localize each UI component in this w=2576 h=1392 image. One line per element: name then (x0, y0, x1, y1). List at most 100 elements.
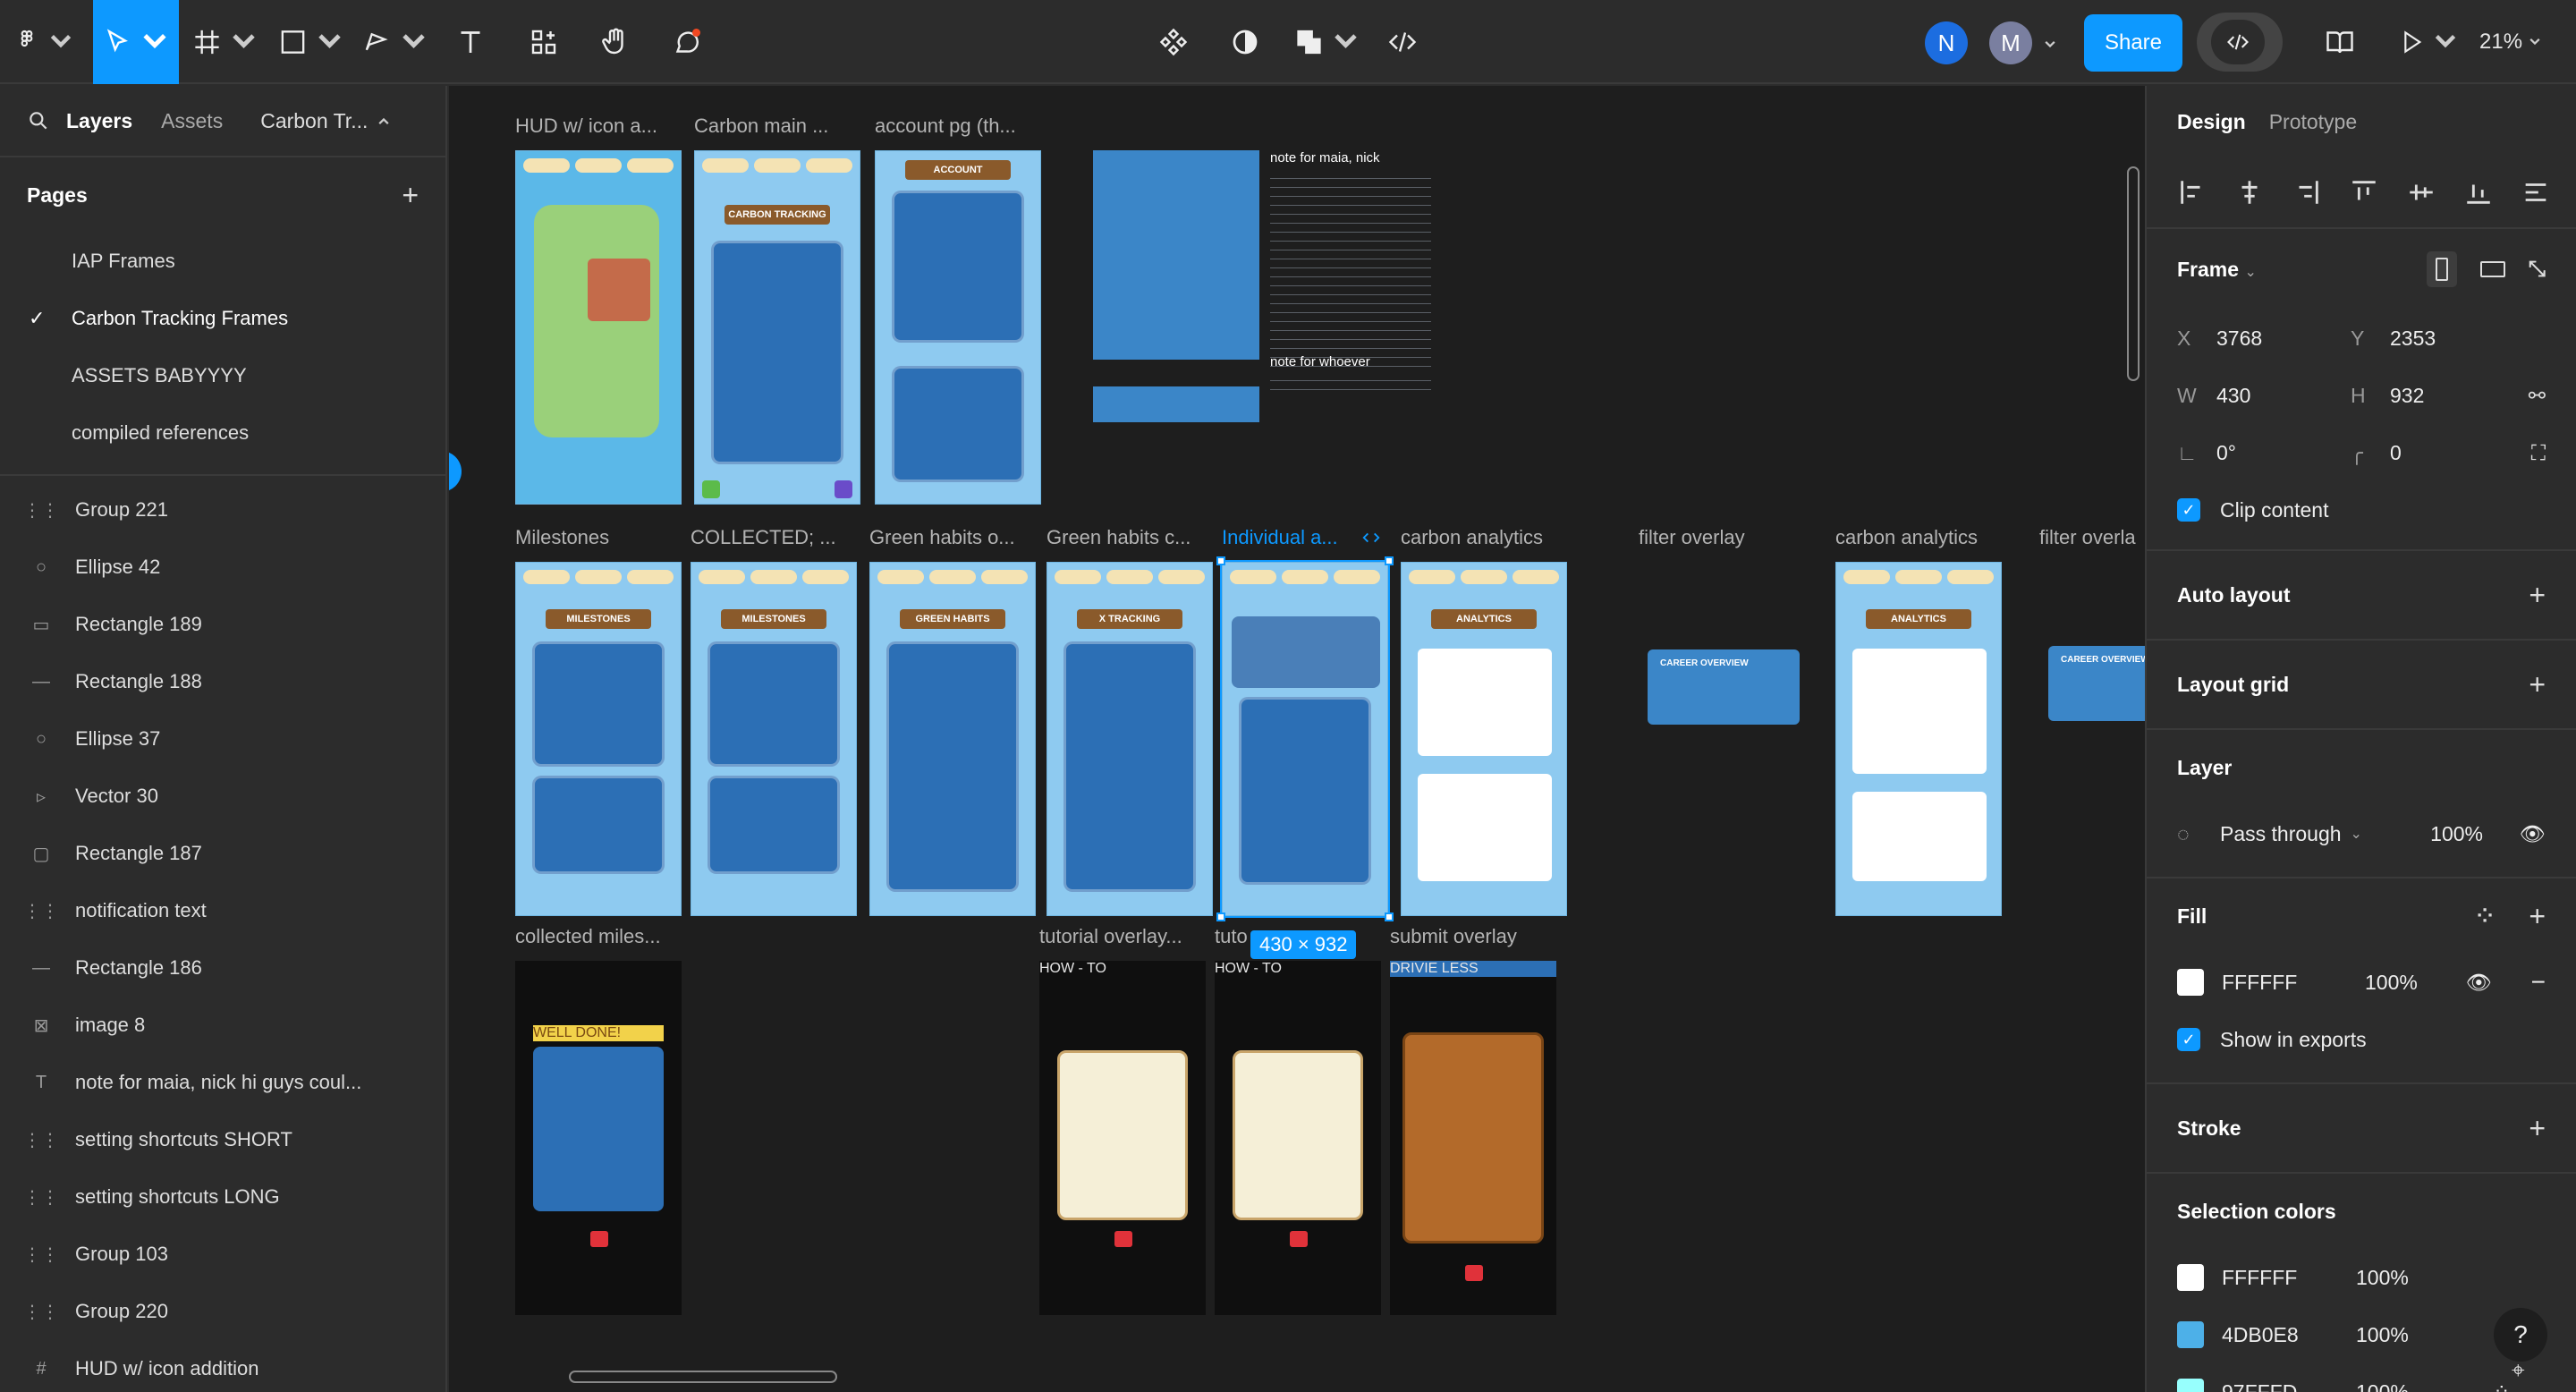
frame-label[interactable]: HUD w/ icon a... (515, 115, 657, 138)
help-button[interactable]: ? (2494, 1308, 2547, 1362)
canvas[interactable]: HUD w/ icon a... Carbon main ... account… (449, 86, 2145, 1392)
frame-label[interactable]: tuto (1215, 925, 1248, 948)
layer-row[interactable]: ▹ Vector 30 (0, 768, 445, 825)
frame-label[interactable]: account pg (th... (875, 115, 1016, 138)
filter-overlay-card[interactable]: CAREER OVERVIEW (2048, 646, 2145, 721)
hand-tool-icon[interactable] (592, 0, 639, 84)
figma-menu-icon[interactable] (13, 0, 75, 84)
frame-label[interactable]: Green habits c... (1046, 526, 1191, 549)
avatar[interactable]: M (1989, 21, 2032, 64)
layer-row[interactable]: ⋮⋮ Group 103 (0, 1226, 445, 1283)
layer-row[interactable]: ○ Ellipse 37 (0, 710, 445, 768)
frame-label[interactable]: submit overlay (1390, 925, 1517, 948)
y-field[interactable]: 2353 (2390, 327, 2436, 351)
mask-icon[interactable] (1222, 0, 1268, 84)
frame-label-selected[interactable]: Individual a... (1222, 526, 1338, 549)
page-item-current[interactable]: ✓ Carbon Tracking Frames (0, 290, 445, 347)
styles-icon[interactable]: ⁘ (2494, 1380, 2510, 1392)
share-button[interactable]: Share (2084, 14, 2182, 72)
constrain-proportions-icon[interactable]: ⚯ (2529, 384, 2546, 408)
layer-opacity-field[interactable]: 100% (2430, 822, 2483, 846)
note-title[interactable]: note for whoever (1270, 354, 1370, 369)
frame-label[interactable]: Carbon main ... (694, 115, 828, 138)
frame-label[interactable]: filter overlay (1639, 526, 1745, 549)
frame-label[interactable]: carbon analytics (1401, 526, 1543, 549)
layer-row[interactable]: # HUD w/ icon addition (0, 1340, 445, 1392)
frame-label[interactable]: carbon analytics (1835, 526, 1978, 549)
resize-handle[interactable] (1216, 556, 1225, 565)
move-tool-icon[interactable] (93, 0, 179, 84)
eye-icon[interactable]: 👁 (2466, 971, 2492, 995)
shape-tool-icon[interactable] (277, 0, 345, 84)
fill-hex-field[interactable]: FFFFFF (2222, 971, 2365, 995)
frame-green-habits[interactable]: GREEN HABITS (869, 562, 1036, 916)
filter-overlay-card[interactable]: CAREER OVERVIEW (1648, 649, 1800, 725)
frame-label[interactable]: filter overla (2039, 526, 2136, 549)
color-hex[interactable]: 4DB0E8 (2222, 1323, 2356, 1347)
frame-tutorial-overlay[interactable]: HOW - TO (1039, 961, 1206, 1315)
radius-field[interactable]: 0 (2390, 441, 2402, 465)
tab-layers[interactable]: Layers (66, 109, 132, 133)
frame-label[interactable]: COLLECTED; ... (691, 526, 836, 549)
frame-hud[interactable] (515, 150, 682, 505)
layer-row[interactable]: ⋮⋮ setting shortcuts SHORT (0, 1111, 445, 1168)
add-page-icon[interactable]: + (402, 179, 419, 212)
resize-handle[interactable] (1385, 912, 1394, 921)
fill-opacity-field[interactable]: 100% (2365, 971, 2418, 995)
tab-assets[interactable]: Assets (161, 109, 223, 133)
x-field[interactable]: 3768 (2216, 327, 2351, 351)
layer-row[interactable]: — Rectangle 188 (0, 653, 445, 710)
file-name[interactable]: Carbon Tr... (260, 109, 368, 133)
page-item[interactable]: IAP Frames (0, 233, 445, 290)
frame-collected-overlay[interactable]: WELL DONE! (515, 961, 682, 1315)
landscape-icon[interactable] (2479, 261, 2505, 277)
layer-row[interactable]: ○ Ellipse 42 (0, 539, 445, 596)
frame-collected[interactable]: MILESTONES (691, 562, 857, 916)
tab-prototype[interactable]: Prototype (2269, 110, 2357, 134)
frame-tutorial-overlay-2[interactable]: HOW - TO (1215, 961, 1381, 1315)
frame-label[interactable]: tutorial overlay... (1039, 925, 1182, 948)
layer-row[interactable]: ⋮⋮ Group 221 (0, 481, 445, 539)
present-icon[interactable] (2397, 0, 2460, 84)
remove-fill-icon[interactable]: − (2531, 968, 2546, 997)
add-auto-layout-icon[interactable]: + (2529, 579, 2546, 612)
width-field[interactable]: 430 (2216, 384, 2351, 408)
show-in-exports-checkbox[interactable]: ✓ (2177, 1028, 2200, 1051)
add-stroke-icon[interactable]: + (2529, 1112, 2546, 1145)
portrait-icon[interactable] (2426, 251, 2457, 287)
note-title[interactable]: note for maia, nick (1270, 150, 1380, 166)
color-swatch[interactable] (2177, 1264, 2204, 1291)
align-center-h-icon[interactable] (2234, 177, 2265, 208)
frame-submit-overlay[interactable]: DRIVIE LESS (1390, 961, 1556, 1315)
text-tool-icon[interactable] (447, 0, 494, 84)
library-icon[interactable] (2317, 0, 2363, 84)
align-right-icon[interactable] (2292, 177, 2322, 208)
eye-icon[interactable]: 👁 (2520, 822, 2546, 846)
zoom-dropdown[interactable]: 21% (2479, 0, 2542, 84)
color-swatch[interactable] (2177, 1379, 2204, 1392)
add-layout-grid-icon[interactable]: + (2529, 668, 2546, 701)
resize-handle[interactable] (1216, 912, 1225, 921)
component-icon[interactable] (1150, 0, 1197, 84)
color-opacity[interactable]: 100% (2356, 1380, 2409, 1392)
height-field[interactable]: 932 (2390, 384, 2424, 408)
horizontal-scrollbar[interactable] (569, 1371, 837, 1383)
frame-label[interactable]: Green habits o... (869, 526, 1015, 549)
layer-row[interactable]: ⋮⋮ notification text (0, 882, 445, 939)
color-swatch[interactable] (2177, 1321, 2204, 1348)
frame-tool-icon[interactable] (191, 0, 259, 84)
align-bottom-icon[interactable] (2463, 177, 2494, 208)
blend-mode-select[interactable]: Pass through (2220, 822, 2342, 846)
dev-code-icon[interactable] (1379, 0, 1426, 84)
pen-tool-icon[interactable] (361, 0, 429, 84)
page-item[interactable]: ASSETS BABYYYY (0, 347, 445, 404)
color-opacity[interactable]: 100% (2356, 1266, 2409, 1290)
layer-row[interactable]: ⋮⋮ Group 220 (0, 1283, 445, 1340)
align-center-v-icon[interactable] (2406, 177, 2436, 208)
avatar[interactable]: N (1925, 21, 1968, 64)
resize-to-fit-icon[interactable]: ⤡ (2529, 257, 2546, 282)
color-opacity[interactable]: 100% (2356, 1323, 2409, 1347)
color-hex[interactable]: 97FFFD (2222, 1380, 2356, 1392)
add-fill-icon[interactable]: + (2529, 900, 2546, 933)
comment-tool-icon[interactable] (664, 0, 710, 84)
